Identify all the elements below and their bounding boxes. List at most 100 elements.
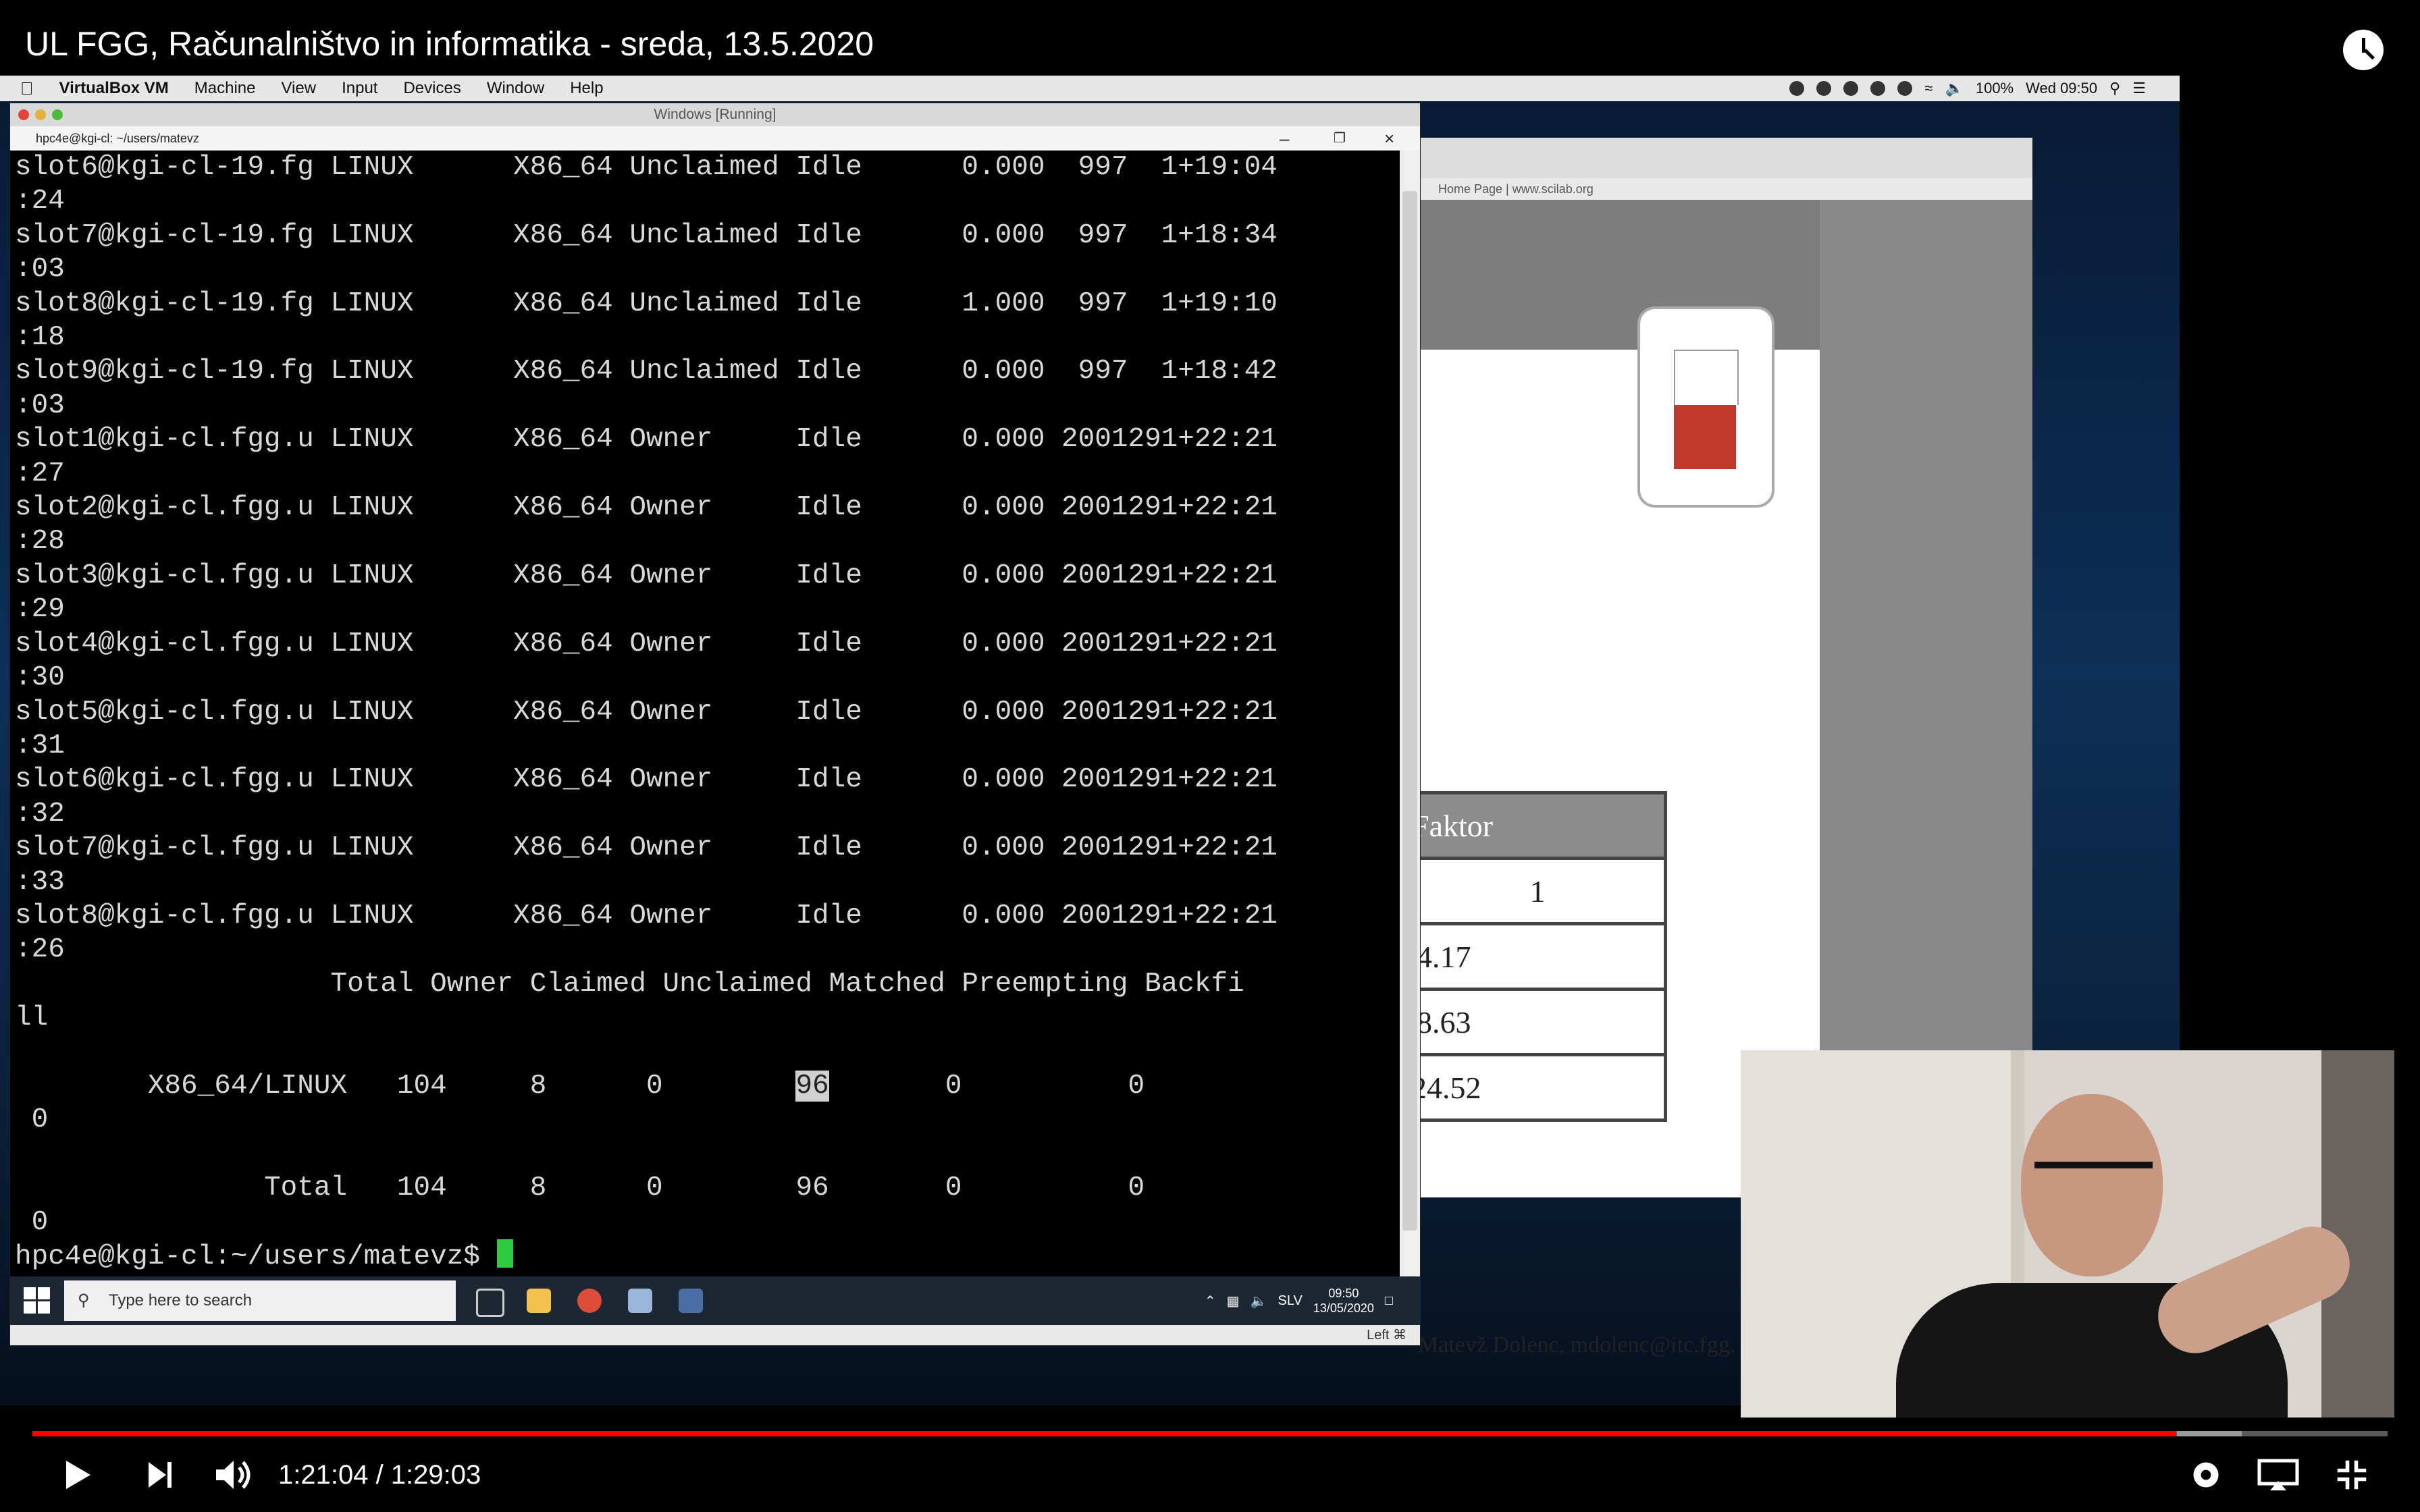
close-icon[interactable] (18, 109, 29, 120)
menu-window[interactable]: Window (487, 79, 544, 98)
shell-prompt: hpc4e@kgi-cl:~/users/matevz$ (15, 1241, 497, 1272)
terminal-line: slot6@kgi-cl-19.fg LINUX X86_64 Unclaime… (15, 152, 1278, 183)
host-key-label: Left ⌘ (1367, 1328, 1406, 1343)
summary-unclaimed-selected[interactable]: 96 (795, 1070, 829, 1102)
menu-virtualbox[interactable]: VirtualBox VM (59, 79, 169, 98)
terminal-line: ll (15, 1002, 49, 1034)
status-icon[interactable] (1870, 81, 1886, 96)
windows-date: 13/05/2020 (1313, 1301, 1374, 1315)
menu-devices[interactable]: Devices (403, 79, 461, 98)
summary-row-total: Total 104 8 0 96 0 0 (10, 1171, 1400, 1205)
table-cell: 24.52 (1408, 1053, 1667, 1122)
windows-clock[interactable]: 09:50 13/05/2020 (1313, 1286, 1374, 1316)
chrome-icon[interactable] (577, 1289, 602, 1313)
minimize-icon[interactable] (35, 109, 46, 120)
next-icon[interactable] (143, 1458, 177, 1492)
minimize-window-icon[interactable]: – (1280, 126, 1289, 151)
terminal-output: slot6@kgi-cl-19.fg LINUX X86_64 Unclaime… (10, 151, 1400, 1035)
video-progress-bar[interactable] (32, 1431, 2388, 1436)
terminal-line: slot5@kgi-cl.fgg.u LINUX X86_64 Owner Id… (15, 696, 1278, 728)
summary-total: 104 (396, 1070, 447, 1102)
notification-center-icon[interactable]: ☰ (2132, 80, 2146, 97)
browser-toolbar (1408, 138, 2032, 178)
search-icon: ⚲ (78, 1291, 90, 1310)
windows-taskbar: ⚲ Type here to search ⌃ ▦ 🔈 SLV 09:50 13… (10, 1276, 1420, 1325)
table-header: Faktor (1408, 791, 1667, 860)
terminal-line: :33 (15, 866, 65, 898)
progress-played (32, 1431, 2176, 1436)
play-icon[interactable] (61, 1458, 95, 1492)
terminal-line: slot3@kgi-cl.fgg.u LINUX X86_64 Owner Id… (15, 560, 1278, 591)
terminal-line: :32 (15, 798, 65, 830)
windows-start-icon[interactable] (24, 1287, 51, 1314)
menu-input[interactable]: Input (342, 79, 377, 98)
remote-desktop-icon[interactable] (679, 1289, 703, 1313)
file-explorer-icon[interactable] (527, 1289, 551, 1313)
logo-red-block (1674, 405, 1736, 469)
summary-total: 104 (396, 1172, 447, 1204)
close-window-icon[interactable]: × (1384, 126, 1394, 151)
restore-window-icon[interactable]: ❐ (1334, 126, 1346, 151)
browser-tab[interactable]: Home Page | www.scilab.org (1408, 178, 2032, 200)
summary-claimed: 0 (646, 1172, 663, 1204)
table-cell: 4.17 (1408, 922, 1667, 991)
terminal-line: slot8@kgi-cl-19.fg LINUX X86_64 Unclaime… (15, 288, 1278, 319)
summary-backfill: 0 (31, 1104, 49, 1136)
status-icon[interactable] (1897, 81, 1913, 96)
zoom-icon[interactable] (52, 109, 63, 120)
summary-row-linux: X86_64/LINUX 104 8 0 96 0 0 (10, 1069, 1400, 1103)
mac-status-area: ≈ 🔈 100% Wed 09:50 ⚲ ☰ (1789, 76, 2146, 101)
action-center-icon[interactable]: □ (1385, 1293, 1393, 1309)
terminal-title: hpc4e@kgi-cl: ~/users/matevz (36, 132, 199, 145)
settings-icon[interactable] (2188, 1458, 2224, 1492)
terminal-line: :28 (15, 526, 65, 558)
mac-clock[interactable]: Wed 09:50 (2026, 80, 2097, 97)
wifi-icon[interactable]: ≈ (1924, 80, 1932, 97)
summary-backfill-linux: 0 (10, 1103, 1400, 1137)
terminal-line: :26 (15, 934, 65, 966)
volume-icon[interactable] (213, 1458, 254, 1492)
status-icon[interactable] (1816, 81, 1832, 96)
exit-fullscreen-icon[interactable] (2334, 1458, 2370, 1492)
speaker-icon[interactable]: 🔈 (1251, 1293, 1267, 1310)
menu-view[interactable]: View (281, 79, 316, 98)
university-logo (1637, 306, 1774, 508)
battery-percent[interactable]: 100% (1976, 80, 2014, 97)
terminal-line: slot1@kgi-cl.fgg.u LINUX X86_64 Owner Id… (15, 424, 1278, 456)
scrollbar-thumb[interactable] (1402, 191, 1417, 1231)
language-indicator[interactable]: SLV (1278, 1293, 1302, 1309)
terminal-line: :03 (15, 254, 65, 286)
tray-chevron-icon[interactable]: ⌃ (1205, 1293, 1216, 1310)
slide-footer: Matevž Dolenc, mdolenc@itc.fgg. (1418, 1332, 1736, 1357)
menu-machine[interactable]: Machine (194, 79, 256, 98)
terminal-line: :27 (15, 458, 65, 489)
terminal-line: :31 (15, 730, 65, 761)
summary-matched: 0 (945, 1070, 962, 1102)
task-view-icon[interactable] (476, 1289, 504, 1317)
status-icon[interactable] (1789, 81, 1805, 96)
apple-icon[interactable]:  (20, 78, 34, 99)
status-icon[interactable] (1843, 81, 1859, 96)
shell-prompt-line[interactable]: hpc4e@kgi-cl:~/users/matevz$ (10, 1239, 1400, 1274)
windows-search-box[interactable]: ⚲ Type here to search (64, 1280, 456, 1321)
table-cell: 8.63 (1408, 988, 1667, 1056)
clock-icon[interactable] (2343, 30, 2384, 70)
vbox-titlebar: Windows [Running] (10, 103, 1420, 126)
network-icon[interactable]: ▦ (1227, 1293, 1240, 1310)
menu-help[interactable]: Help (570, 79, 603, 98)
summary-preempting: 0 (1128, 1172, 1145, 1204)
airplay-icon[interactable] (2257, 1458, 2300, 1492)
terminal-blank (10, 1137, 1400, 1171)
terminal[interactable]: slot6@kgi-cl-19.fg LINUX X86_64 Unclaime… (10, 151, 1400, 1276)
summary-unclaimed: 96 (795, 1172, 829, 1204)
scilab-icon[interactable] (628, 1289, 652, 1313)
terminal-line: slot6@kgi-cl.fgg.u LINUX X86_64 Owner Id… (15, 764, 1278, 796)
terminal-scrollbar[interactable] (1400, 151, 1420, 1276)
volume-menu-icon[interactable]: 🔈 (1945, 80, 1963, 97)
summary-label: Total (264, 1172, 348, 1204)
summary-label: X86_64/LINUX (147, 1070, 348, 1102)
spotlight-icon[interactable]: ⚲ (2109, 80, 2120, 97)
terminal-line: :03 (15, 389, 65, 421)
factor-table: Faktor 1 4.17 8.63 24.52 (1408, 791, 1667, 1122)
vbox-title: Windows [Running] (654, 107, 777, 122)
